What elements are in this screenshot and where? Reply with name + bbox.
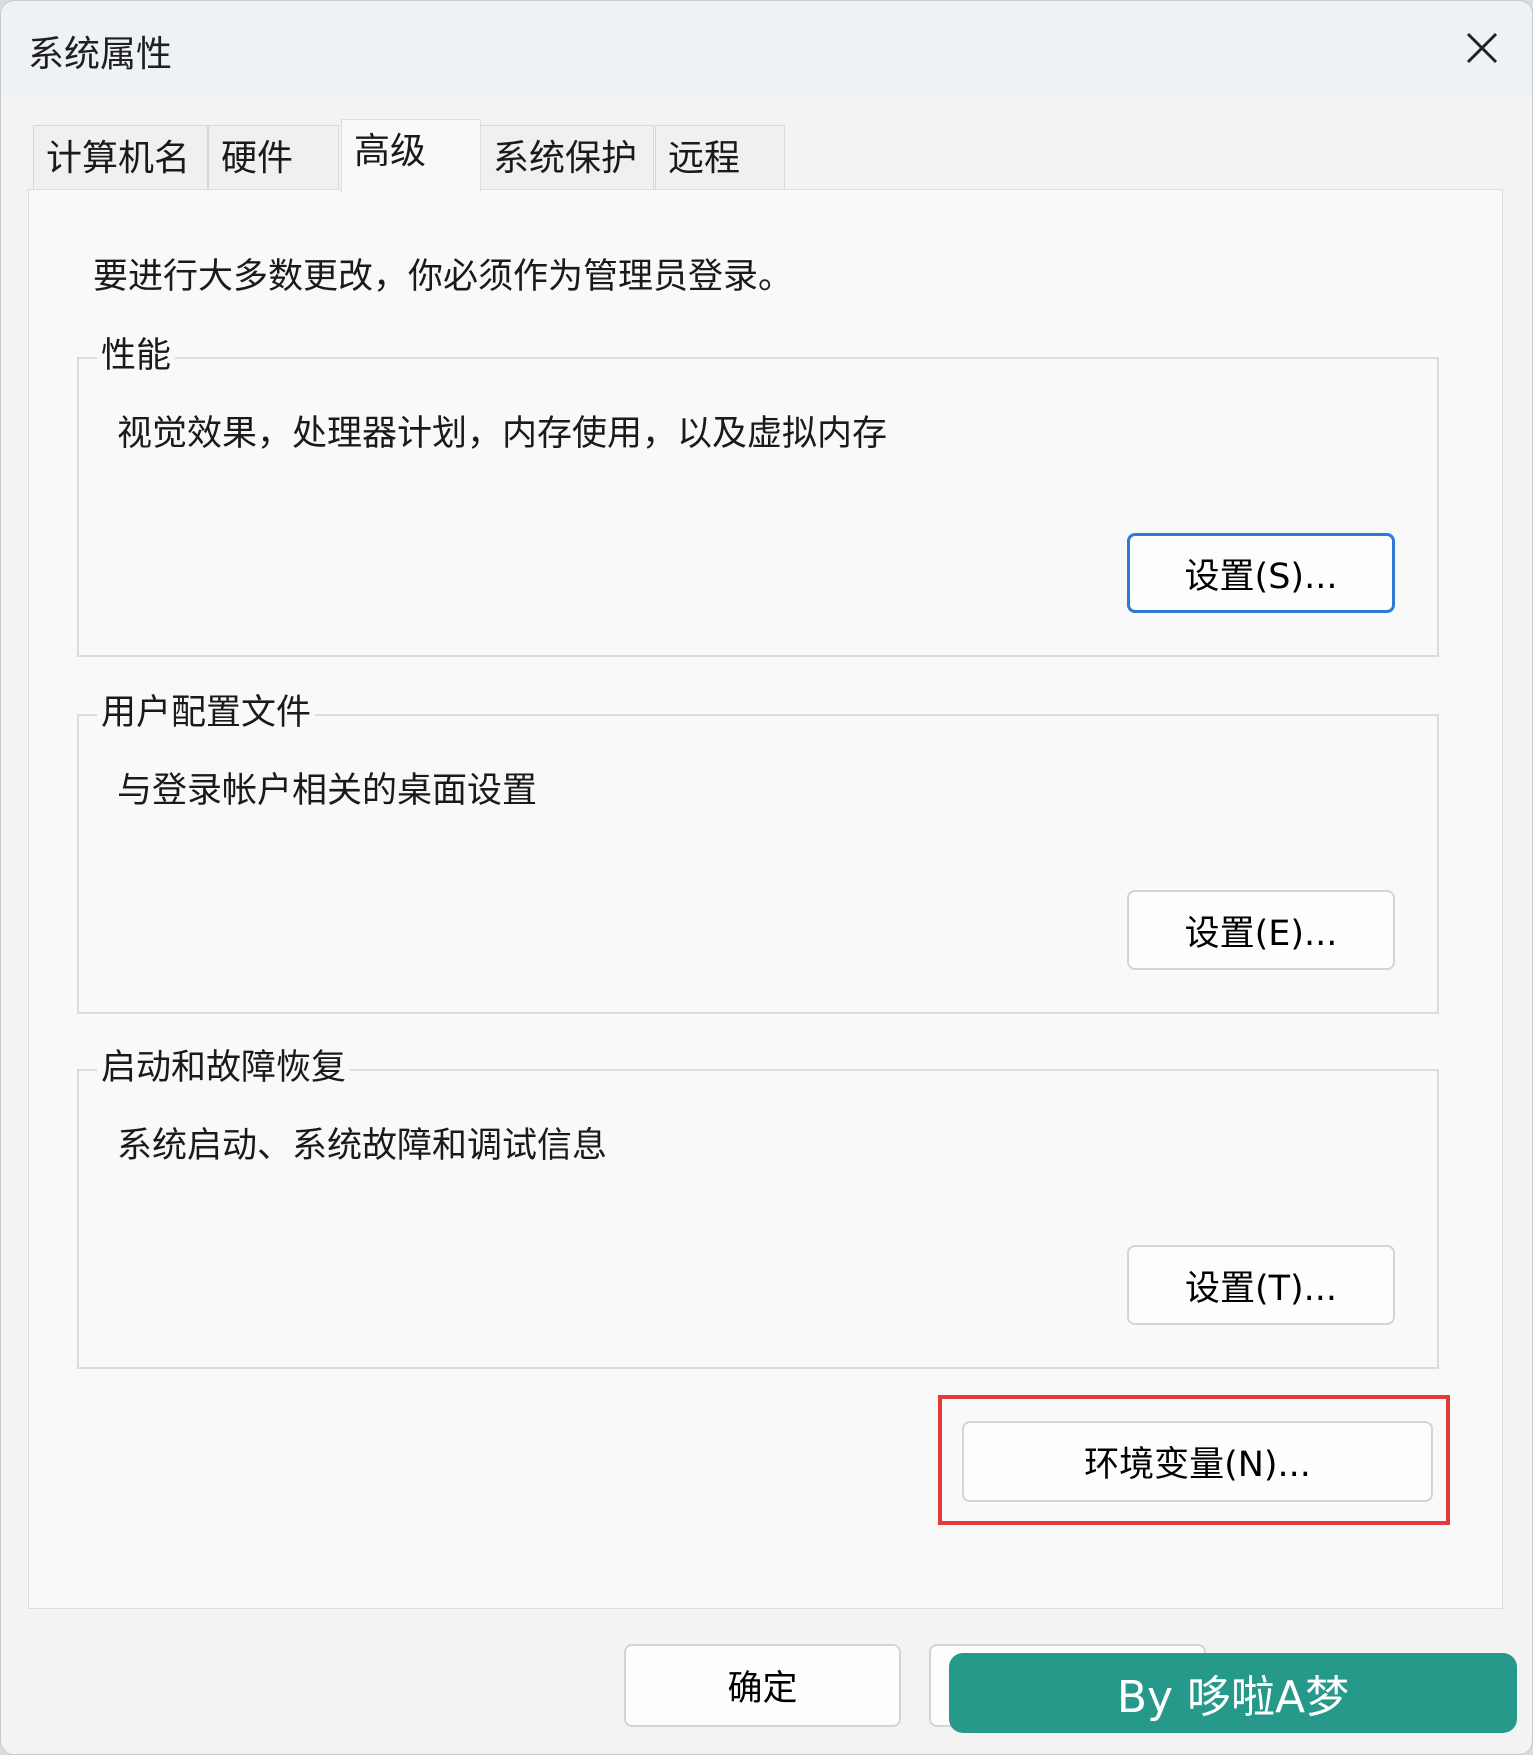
user-profiles-group-title: 用户配置文件 xyxy=(97,688,316,738)
user-profiles-group: 用户配置文件 与登录帐户相关的桌面设置 设置(E)... xyxy=(77,688,1439,1014)
performance-group-title: 性能 xyxy=(97,331,176,381)
startup-recovery-settings-button[interactable]: 设置(T)... xyxy=(1127,1245,1395,1325)
startup-recovery-group-description: 系统启动、系统故障和调试信息 xyxy=(117,1126,608,1166)
close-button[interactable] xyxy=(1432,1,1532,95)
startup-recovery-group: 启动和故障恢复 系统启动、系统故障和调试信息 设置(T)... xyxy=(77,1043,1439,1369)
tab-computer-name[interactable]: 计算机名 xyxy=(33,125,208,191)
performance-group: 性能 视觉效果，处理器计划，内存使用，以及虚拟内存 设置(S)... xyxy=(77,331,1439,657)
tab-advanced[interactable]: 高级 xyxy=(341,119,481,192)
ok-button[interactable]: 确定 xyxy=(624,1644,901,1727)
performance-group-description: 视觉效果，处理器计划，内存使用，以及虚拟内存 xyxy=(117,414,888,454)
environment-variables-button[interactable]: 环境变量(N)... xyxy=(962,1421,1433,1502)
startup-recovery-group-title: 启动和故障恢复 xyxy=(97,1043,351,1093)
tab-system-protection[interactable]: 系统保护 xyxy=(480,125,654,191)
user-profiles-group-description: 与登录帐户相关的桌面设置 xyxy=(117,771,538,811)
tab-remote[interactable]: 远程 xyxy=(655,125,785,191)
title-bar: 系统属性 xyxy=(1,1,1532,95)
close-icon xyxy=(1466,32,1498,64)
window-title: 系统属性 xyxy=(28,34,173,75)
author-watermark: By 哆啦A梦 xyxy=(949,1653,1517,1733)
tab-hardware[interactable]: 硬件 xyxy=(208,125,339,191)
admin-note: 要进行大多数更改，你必须作为管理员登录。 xyxy=(93,257,794,297)
performance-settings-button[interactable]: 设置(S)... xyxy=(1127,533,1395,613)
user-profiles-settings-button[interactable]: 设置(E)... xyxy=(1127,890,1395,970)
system-properties-window: 系统属性 计算机名 硬件 高级 系统保护 远程 要进行大多数更改，你必须作为管理… xyxy=(0,0,1533,1755)
